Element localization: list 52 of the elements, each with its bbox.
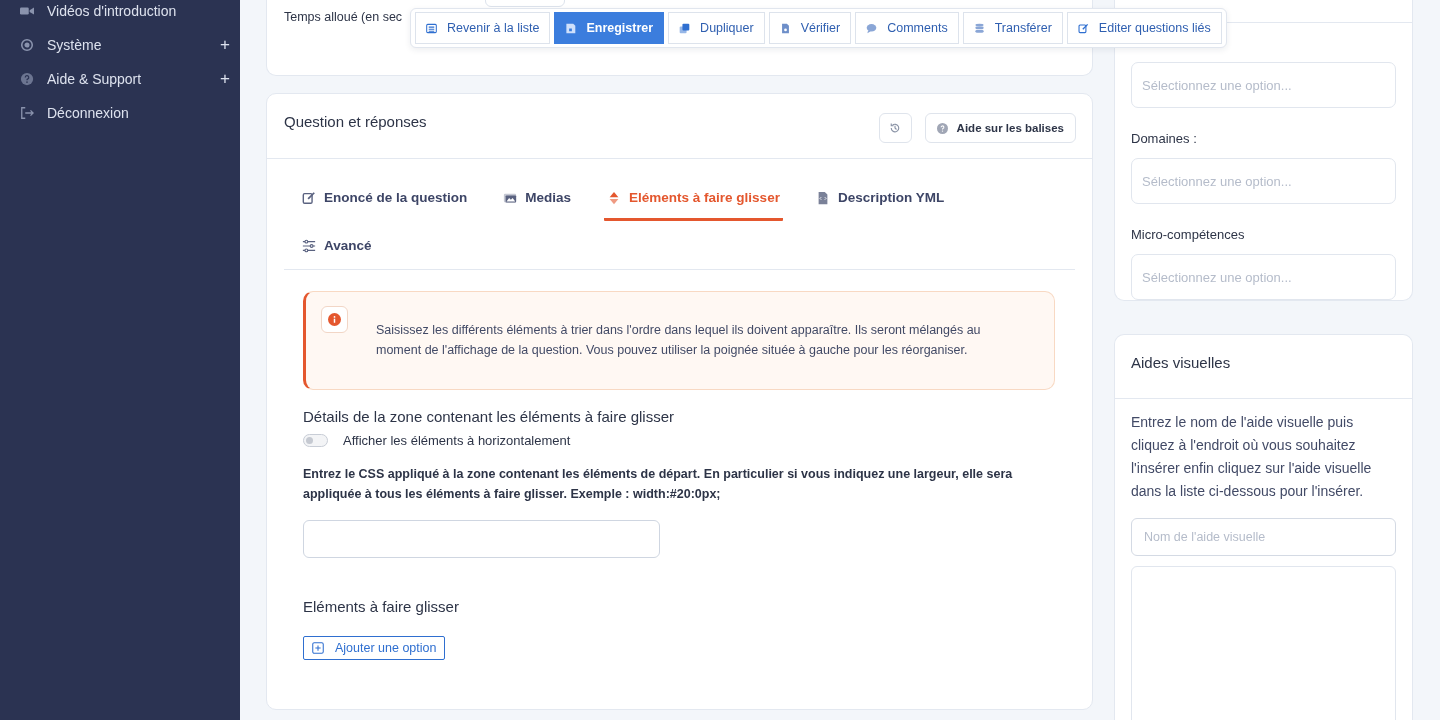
- toolbar-button[interactable]: Dupliquer: [668, 12, 765, 44]
- sliders-icon: [302, 238, 316, 253]
- field-label: Domaines :: [1131, 131, 1198, 146]
- plus-square-icon: [312, 642, 324, 654]
- copy-icon: [679, 22, 691, 34]
- toggle-switch[interactable]: [303, 434, 328, 447]
- toolbar-button[interactable]: Editer questions liés: [1066, 12, 1222, 44]
- help-button[interactable]: Aide sur les balises: [924, 113, 1076, 143]
- tab[interactable]: Enoncé de la question: [299, 177, 471, 221]
- toolbar-button[interactable]: Transférer: [962, 12, 1063, 44]
- list-area[interactable]: [1131, 566, 1396, 720]
- target-icon: [20, 38, 34, 52]
- card-title: Question et réponses: [284, 113, 427, 130]
- toolbar-button[interactable]: Vérifier: [768, 12, 852, 44]
- section-title: Eléments à faire glisser: [303, 598, 460, 615]
- expand-sign[interactable]: +: [220, 35, 230, 55]
- help-icon: [20, 72, 34, 86]
- logout-icon: [20, 106, 34, 120]
- tab[interactable]: Medias: [500, 177, 575, 221]
- toolbar-button[interactable]: Revenir à la liste: [415, 12, 551, 44]
- add-option-button[interactable]: Ajouter une option: [303, 636, 446, 660]
- toggle-label: Afficher les éléments à horizontalement: [343, 433, 571, 448]
- toolbar-button[interactable]: Enregistrer: [554, 12, 665, 44]
- tab[interactable]: Eléments à faire glisser: [604, 177, 783, 221]
- sidebar-item[interactable]: Aide & Support +: [0, 62, 240, 96]
- database-icon: [973, 22, 985, 34]
- instructions-text: Entrez le nom de l'aide visuelle puis cliquez à l'endroit où vous souhaitez l'insérer enfin cliquez sur l'aide visuelle dans la liste ci-dessous pour l'insérer.: [1131, 413, 1373, 501]
- history-button[interactable]: [878, 113, 912, 143]
- edit-icon: [302, 190, 316, 205]
- card-title: Aides visuelles: [1115, 335, 1412, 399]
- save-icon: [565, 22, 577, 34]
- tab[interactable]: Avancé: [299, 225, 375, 269]
- field-label: Micro-compétences: [1131, 227, 1246, 242]
- chat-bubble-icon: [866, 22, 878, 34]
- sidebar-item[interactable]: Vidéos d'introduction: [0, 1, 240, 21]
- history-icon: [889, 122, 902, 134]
- help-icon: [936, 122, 948, 134]
- sidebar-item[interactable]: Système +: [0, 28, 240, 62]
- toolbar-button[interactable]: Comments: [855, 12, 959, 44]
- section-title: Détails de la zone contenant les éléments à faire glisser: [303, 408, 676, 425]
- input-field[interactable]: Nom de l'aide visuelle: [1131, 518, 1396, 556]
- alert-text: Saisissez les différents éléments à trier dans l'ordre dans lequel ils doivent apparaître. Ils seront mélangés au moment de l'affichage de la question. Vous pouvez utiliser la poignée située à gauche pour les réorganiser.: [376, 322, 982, 359]
- info-icon: [321, 306, 348, 333]
- field-label: Entrez le CSS appliqué à la zone contenant les éléments de départ. En particulier si vous indiquez une largeur, elle sera appliquée à tous les éléments à faire glisser. Exemple : width:#20:0px;: [303, 466, 1014, 503]
- input-field[interactable]: [303, 520, 660, 558]
- tab[interactable]: Description YML: [812, 177, 948, 221]
- edit-icon: [1077, 22, 1089, 34]
- expand-sign[interactable]: +: [220, 69, 230, 89]
- document-icon: [779, 22, 791, 34]
- sidebar-item[interactable]: Déconnexion: [0, 96, 240, 130]
- list-icon: [426, 22, 437, 34]
- field-label: Temps alloué (en sec: [284, 10, 403, 24]
